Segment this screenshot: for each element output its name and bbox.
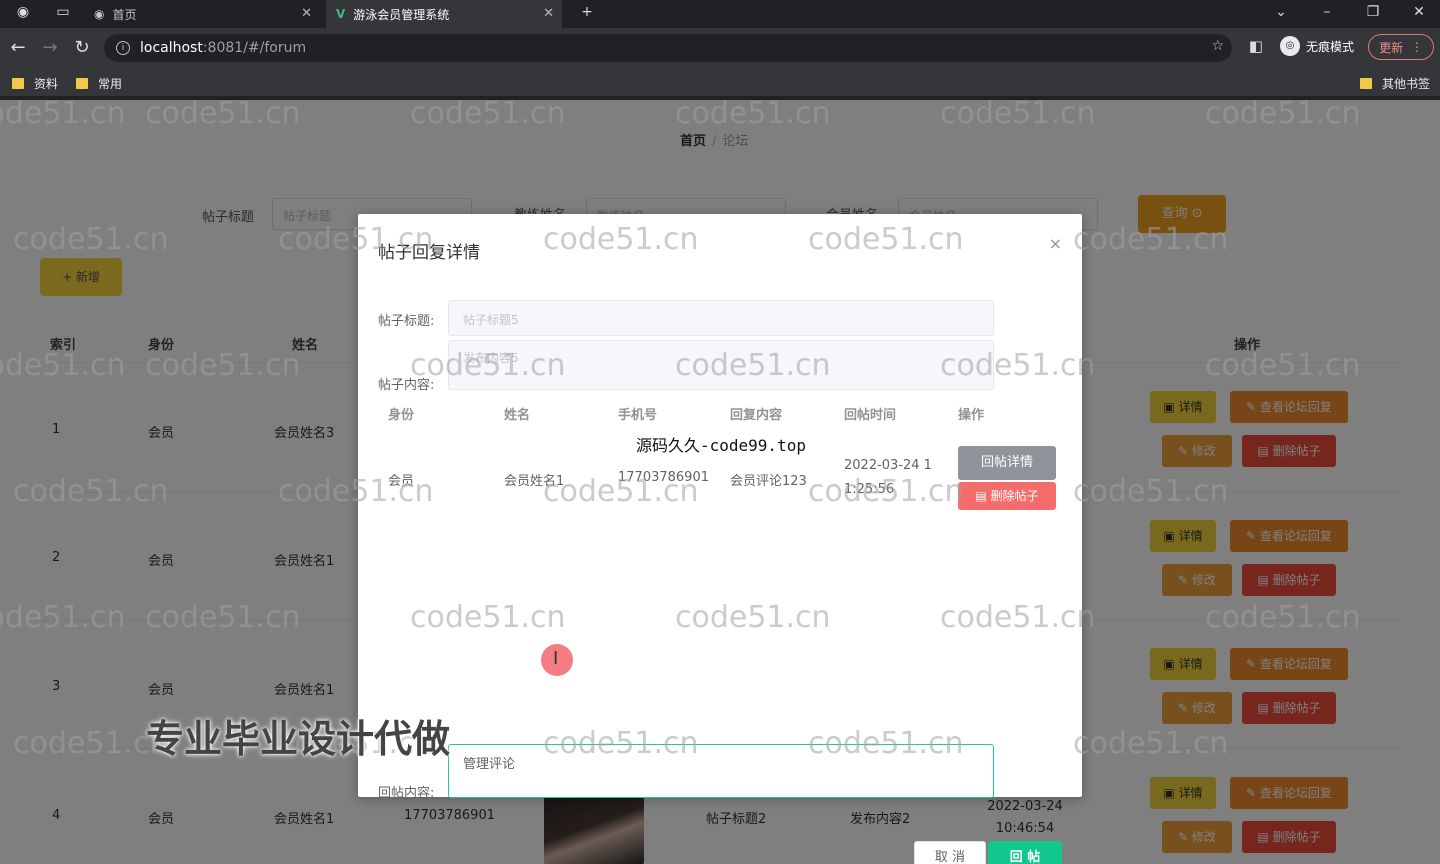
incognito-indicator[interactable]: ◎ 无痕模式: [1279, 36, 1354, 56]
folder-icon: [12, 78, 24, 89]
incognito-label: 无痕模式: [1305, 39, 1354, 54]
address-bar[interactable]: i localhost:8081/#/forum ☆: [104, 34, 1232, 62]
reply-detail-dialog: 帖子回复详情 × 帖子标题: 帖子标题5 帖子内容: 发布内容5 身份 姓名 手…: [358, 214, 1082, 864]
th-ops: 操作: [958, 408, 985, 423]
reply-delete-button[interactable]: ▤ 删除帖子: [958, 482, 1056, 510]
other-bookmarks[interactable]: 其他书签: [1360, 75, 1430, 92]
browser-menu-icon[interactable]: ◉: [8, 4, 38, 20]
bookmark-label: 资料: [34, 77, 59, 91]
side-panel-icon[interactable]: ◧: [1244, 37, 1268, 55]
incognito-icon: ◎: [1279, 36, 1300, 56]
bookmark-star-icon[interactable]: ☆: [1211, 38, 1224, 54]
reload-icon[interactable]: ↻: [70, 37, 94, 58]
overlay-promo-text: 专业毕业设计代做: [146, 717, 451, 761]
label: 删除帖子: [990, 489, 1039, 503]
cell-role: 会员: [388, 474, 415, 489]
back-icon[interactable]: ←: [6, 37, 30, 58]
update-label: 更新: [1379, 40, 1404, 55]
close-tab-icon[interactable]: ✕: [301, 6, 312, 21]
info-icon[interactable]: i: [116, 41, 130, 55]
close-icon[interactable]: ×: [1049, 234, 1062, 253]
th-name: 姓名: [504, 408, 531, 423]
tab-home[interactable]: ◉ 首页 ✕: [84, 0, 320, 28]
tab-bar: ◉ ▭ ◉ 首页 ✕ V 游泳会员管理系统 ✕ + ⌄ – ❐ ✕: [0, 0, 1440, 28]
text-cursor-icon: I: [553, 648, 559, 669]
vue-icon: V: [336, 7, 346, 21]
close-window-icon[interactable]: ✕: [1404, 4, 1434, 20]
minimize-icon[interactable]: –: [1312, 4, 1342, 20]
tab-system[interactable]: V 游泳会员管理系统 ✕: [326, 0, 562, 28]
update-button[interactable]: 更新 ⋮: [1368, 34, 1434, 60]
cell-time-line1: 2022-03-24 1: [844, 458, 932, 473]
tab-title: 首页: [112, 7, 137, 22]
bookmark-folder-docs[interactable]: 资料: [12, 75, 58, 92]
bookmark-label: 其他书签: [1382, 77, 1431, 91]
forward-icon[interactable]: →: [38, 37, 62, 58]
close-tab-icon[interactable]: ✕: [543, 6, 554, 21]
post-title-field: 帖子标题5: [448, 300, 994, 336]
post-content-label: 帖子内容:: [378, 378, 435, 393]
th-reply: 回复内容: [730, 408, 783, 423]
textarea-value: 管理评论: [463, 757, 516, 772]
dialog-title: 帖子回复详情: [378, 243, 480, 263]
overlay-source-text: 源码久久-code99.top: [636, 436, 806, 455]
cancel-button[interactable]: 取 消: [914, 841, 986, 864]
submit-reply-button[interactable]: 回 帖: [988, 841, 1062, 864]
globe-icon: ◉: [94, 7, 105, 21]
folder-icon: [1360, 78, 1372, 89]
reply-detail-button[interactable]: 回帖详情: [958, 446, 1056, 480]
reply-content-label: 回帖内容:: [378, 786, 435, 801]
tab-overview-icon[interactable]: ▭: [48, 4, 78, 20]
browser-chrome: ◉ ▭ ◉ 首页 ✕ V 游泳会员管理系统 ✕ + ⌄ – ❐ ✕ ← → ↻ …: [0, 0, 1440, 100]
cell-reply: 会员评论123: [730, 474, 807, 489]
th-phone: 手机号: [618, 408, 658, 423]
cell-name: 会员姓名1: [504, 474, 565, 489]
field-value: 发布内容5: [463, 351, 519, 365]
folder-icon: [76, 78, 88, 89]
trash-icon: ▤: [975, 489, 991, 503]
cell-time-line2: 1:25:56: [844, 482, 895, 497]
url-host: localhost: [140, 40, 203, 56]
th-role: 身份: [388, 408, 415, 423]
post-title-label: 帖子标题:: [378, 314, 435, 329]
post-content-field: 发布内容5: [448, 340, 994, 390]
tab-title: 游泳会员管理系统: [353, 7, 450, 22]
field-value: 帖子标题5: [463, 313, 519, 327]
tab-search-icon[interactable]: ⌄: [1266, 4, 1296, 20]
cell-phone: 17703786901: [618, 470, 709, 485]
reply-content-textarea[interactable]: 管理评论: [448, 744, 994, 798]
bookmark-folder-common[interactable]: 常用: [76, 75, 122, 92]
restore-icon[interactable]: ❐: [1358, 4, 1388, 20]
bookmark-label: 常用: [98, 77, 123, 91]
browser-toolbar: ← → ↻ i localhost:8081/#/forum ☆ ◧ ◎ 无痕模…: [0, 28, 1440, 68]
bookmarks-bar: 资料 常用 其他书签: [0, 68, 1440, 96]
new-tab-icon[interactable]: +: [572, 4, 602, 20]
url-path: :8081/#/forum: [202, 40, 307, 56]
th-time: 回帖时间: [844, 408, 897, 423]
